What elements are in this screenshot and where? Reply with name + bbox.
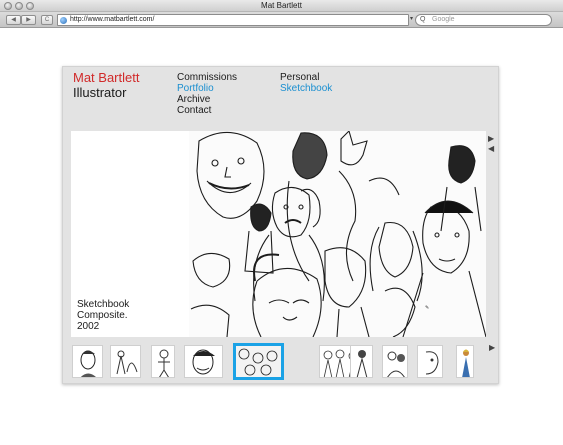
- window-title: Mat Bartlett: [261, 1, 302, 10]
- nav-commissions[interactable]: Commissions: [177, 72, 237, 83]
- thumbnail[interactable]: [110, 345, 141, 378]
- thumbnail[interactable]: [382, 345, 408, 378]
- site-name[interactable]: Mat Bartlett: [73, 71, 139, 85]
- sketchbook-composite-image: ✎: [189, 131, 486, 337]
- next-image-icon[interactable]: ▶: [488, 134, 494, 143]
- search-placeholder: Google: [432, 16, 455, 23]
- caption-line-2: Composite.: [77, 310, 128, 321]
- caption-line-1: Sketchbook: [77, 299, 130, 310]
- site-subtitle: Illustrator: [73, 85, 127, 100]
- back-button[interactable]: ◀: [6, 15, 21, 25]
- thumbnail-strip: [71, 343, 486, 380]
- caption-line-3: 2002: [77, 321, 100, 332]
- forward-button[interactable]: ▶: [21, 15, 36, 25]
- globe-icon: [60, 17, 67, 24]
- thumbnail[interactable]: [72, 345, 103, 378]
- title-bar: Mat Bartlett: [0, 0, 563, 12]
- thumb-portrait-man-image: [80, 350, 96, 377]
- url-text: http://www.matbartlett.com/: [70, 16, 155, 23]
- search-input[interactable]: Q Google: [415, 14, 552, 26]
- nav-contact[interactable]: Contact: [177, 105, 211, 116]
- browser-toolbar: ◀ ▶ C http://www.matbartlett.com/ ▾ Q Go…: [0, 12, 563, 28]
- thumbnail[interactable]: [350, 345, 373, 378]
- thumbnail[interactable]: [417, 345, 443, 378]
- thumb-profile-sketch-image: [425, 351, 439, 375]
- thumb-color-figure-image: [462, 349, 470, 377]
- thumbnail[interactable]: [151, 345, 175, 378]
- nav-archive[interactable]: Archive: [177, 94, 210, 105]
- thumb-standing-figure-image: [158, 349, 170, 377]
- svg-text:✎: ✎: [425, 305, 429, 311]
- thumb-sketch-figures-image: [116, 350, 138, 375]
- thumb-sketchbook-composite-image: [236, 346, 281, 377]
- reload-button[interactable]: C: [41, 15, 53, 25]
- nav-personal[interactable]: Personal: [280, 72, 319, 83]
- address-bar[interactable]: http://www.matbartlett.com/: [57, 14, 409, 26]
- thumbnail[interactable]: [184, 345, 223, 378]
- main-artwork-frame: ✎ Sketchbook Composite. 2002: [71, 131, 486, 337]
- thumb-single-figure-image: [356, 350, 368, 377]
- back-arrow-icon: ◀: [11, 17, 16, 23]
- next-thumbnails-icon[interactable]: ▶: [489, 343, 495, 352]
- thumbnail[interactable]: [233, 343, 284, 380]
- prev-image-icon[interactable]: ◀: [488, 144, 494, 153]
- thumb-face-closeup-image: [192, 349, 215, 375]
- reload-icon: C: [44, 17, 50, 23]
- thumbnail[interactable]: [456, 345, 474, 378]
- forward-arrow-icon: ▶: [26, 17, 31, 23]
- browser-window: Mat Bartlett ◀ ▶ C http://www.matbartlet…: [0, 0, 563, 445]
- thumb-group-sketch-image: [387, 351, 405, 377]
- nav-portfolio[interactable]: Portfolio: [177, 83, 214, 94]
- chevron-down-icon[interactable]: ▾: [410, 15, 413, 22]
- nav-sketchbook[interactable]: Sketchbook: [280, 83, 332, 94]
- search-icon: Q: [420, 16, 426, 23]
